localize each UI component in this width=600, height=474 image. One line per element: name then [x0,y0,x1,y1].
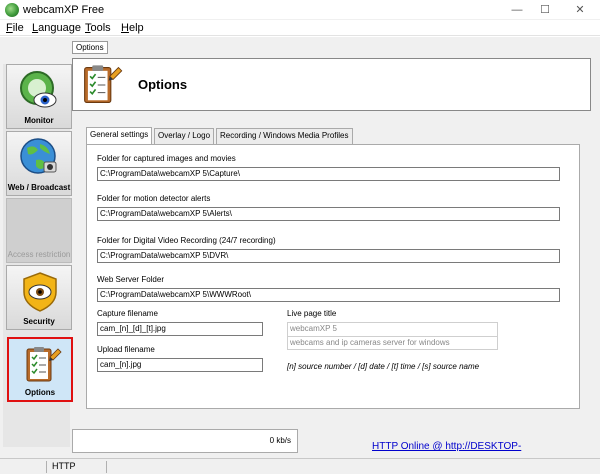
sidebar-item-label: Security [23,317,55,326]
sidebar-item-security[interactable]: Security [6,265,72,330]
www-folder-label: Web Server Folder [97,275,164,284]
sidebar-item-monitor[interactable]: Monitor [6,64,72,129]
live-title-line2[interactable]: webcams and ip cameras server for window… [287,336,498,350]
sidebar-item-label: Web / Broadcast [7,183,71,192]
bandwidth-box: 0 kb/s [72,429,298,453]
close-button[interactable]: ✕ [572,3,588,17]
statusbar-http: HTTP [52,461,76,471]
clipboard-pencil-icon [26,347,62,382]
options-breadcrumb-tab[interactable]: Options [72,41,108,54]
options-header: Options [72,58,591,111]
sidebar: Monitor Web / Broadcast Access restricti… [3,64,73,447]
eye-camera-icon [20,71,57,108]
capture-folder-input[interactable]: C:\ProgramData\webcamXP 5\Capture\ [97,167,560,181]
sidebar-item-access-restriction: Access restriction [6,198,72,263]
dvr-folder-input[interactable]: C:\ProgramData\webcamXP 5\DVR\ [97,249,560,263]
alerts-folder-label: Folder for motion detector alerts [97,194,211,203]
www-folder-input[interactable]: C:\ProgramData\webcamXP 5\WWWRoot\ [97,288,560,302]
webcamxp-app-icon [5,3,19,17]
dvr-folder-label: Folder for Digital Video Recording (24/7… [97,236,276,245]
maximize-button[interactable]: ☐ [537,3,553,17]
menu-bar: File Language Tools Help [0,20,600,36]
general-settings-panel: Folder for captured images and movies C:… [86,144,580,409]
menu-language[interactable]: Language [32,22,81,34]
status-bar: HTTP [0,458,600,474]
sidebar-item-label: Options [24,388,56,397]
tab-overlay-logo[interactable]: Overlay / Logo [154,128,215,144]
statusbar-divider [46,461,47,473]
alerts-folder-input[interactable]: C:\ProgramData\webcamXP 5\Alerts\ [97,207,560,221]
filename-tokens-hint: [n] source number / [d] date / [t] time … [287,362,480,371]
sidebar-item-web-broadcast[interactable]: Web / Broadcast [6,131,72,196]
capture-filename-input[interactable]: cam_[n]_[d]_[t].jpg [97,322,263,336]
capture-folder-label: Folder for captured images and movies [97,154,236,163]
live-title-line1[interactable]: webcamXP 5 [287,322,498,336]
minimize-button[interactable]: — [509,3,525,17]
client-area: Monitor Web / Broadcast Access restricti… [0,37,600,458]
upload-filename-label: Upload filename [97,345,155,354]
tab-general-settings[interactable]: General settings [86,127,153,144]
live-title-label: Live page title [287,309,337,318]
sidebar-item-options[interactable]: Options [7,337,73,402]
bandwidth-value: 0 kb/s [269,436,291,445]
shield-eye-icon [23,272,57,312]
statusbar-divider [106,461,107,473]
menu-file[interactable]: File [6,22,24,34]
http-online-link[interactable]: HTTP Online @ http://DESKTOP- [372,441,521,452]
menu-tools[interactable]: Tools [85,22,111,34]
title-bar: webcamXP Free — ☐ ✕ [0,0,600,20]
tab-recording-profiles[interactable]: Recording / Windows Media Profiles [216,128,353,144]
page-title: Options [138,77,188,92]
clipboard-pencil-icon [84,65,123,103]
globe-icon [20,138,57,174]
sidebar-item-label: Access restriction [7,250,71,259]
menu-help[interactable]: Help [121,22,144,34]
capture-filename-label: Capture filename [97,309,158,318]
sidebar-item-label: Monitor [24,116,54,125]
upload-filename-input[interactable]: cam_[n].jpg [97,358,263,372]
window-title: webcamXP Free [23,4,105,16]
